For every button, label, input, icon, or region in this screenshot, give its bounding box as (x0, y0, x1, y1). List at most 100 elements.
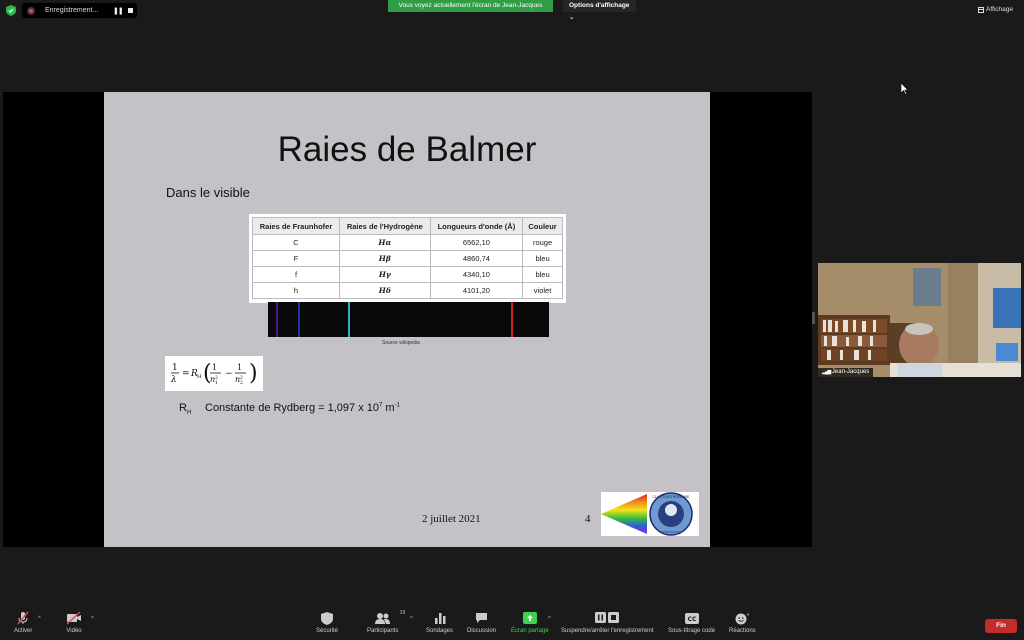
participants-icon (374, 612, 390, 624)
start-video-button[interactable]: Vidéo (66, 610, 82, 634)
view-options-button[interactable]: Options d'affichage ⌄ (563, 0, 636, 21)
rydberg-symbol-subscript: H (186, 410, 192, 417)
share-options-chevron-icon[interactable]: ^ (548, 616, 551, 622)
rydberg-symbol-letter: R (179, 402, 187, 414)
logo-text-bottom: SOISY-NOISY (661, 530, 680, 534)
spectral-line-blue (298, 302, 300, 337)
table-cell: 6562,10 (429, 234, 524, 251)
table-cell: h (252, 282, 340, 299)
participants-options-chevron-icon[interactable]: ^ (410, 616, 413, 622)
unmute-button[interactable]: Activer (14, 610, 32, 634)
participants-label: Participants (367, 628, 399, 634)
participant-video-frame (818, 263, 1021, 377)
spectral-line-red (511, 302, 513, 337)
table-cell: 4101,20 (429, 282, 524, 299)
logo-text-top: CLUB D'ASTRONOMIE (652, 495, 690, 499)
unmute-label: Activer (14, 628, 33, 634)
table-cell: 4860,74 (429, 250, 524, 267)
table-cell: f (252, 266, 340, 283)
table-cell: violet (522, 282, 563, 299)
table-cell: rouge (522, 234, 563, 251)
svg-text:1: 1 (172, 363, 178, 373)
video-options-chevron-icon[interactable]: ^ (91, 616, 94, 622)
svg-text:1: 1 (237, 363, 242, 372)
table-cell: Hγ (339, 266, 431, 283)
shield-security-icon (321, 611, 333, 625)
slide-date: 2 juillet 2021 (422, 513, 481, 525)
chevron-down-icon: ⌄ (569, 14, 575, 21)
stop-recording-icon[interactable] (128, 8, 133, 13)
slide-subtitle: Dans le visible (166, 185, 250, 200)
end-meeting-button[interactable]: Fin (985, 619, 1017, 633)
recording-control-button[interactable]: Suspendre/arrêter l'enregistrement (561, 610, 654, 634)
svg-text:2: 2 (240, 375, 243, 381)
polls-button[interactable]: Sondages (426, 610, 453, 634)
security-button[interactable]: Sécurité (316, 610, 338, 634)
constant-unit: m (382, 402, 395, 414)
svg-text:1: 1 (212, 363, 217, 372)
pause-recording-icon[interactable]: ❚❚ (113, 7, 124, 15)
table-row: h Hδ 4101,20 violet (252, 282, 563, 299)
microphone-muted-icon (17, 611, 29, 625)
table-cell: Hβ (339, 250, 431, 267)
share-screen-label: Écran partagé (511, 628, 549, 634)
balmer-table: Raies de Fraunhofer Raies de l'Hydrogène… (249, 214, 566, 303)
closed-caption-button[interactable]: CC Sous-titrage codé (668, 610, 715, 634)
table-header: Couleur (522, 217, 563, 235)
constant-unit-exponent: -1 (394, 402, 400, 409)
screen-share-banner: Vous voyez actuellement l'écran de Jean-… (388, 0, 553, 12)
svg-text:): ) (249, 361, 258, 386)
view-button[interactable]: Affichage (978, 6, 1013, 13)
participant-name: Jean-Jacques (831, 369, 870, 375)
presentation-slide: Raies de Balmer Dans le visible Raies de… (104, 92, 710, 547)
audio-options-chevron-icon[interactable]: ^ (38, 616, 41, 622)
svg-text:=: = (182, 369, 190, 379)
table-cell: 4340,10 (429, 266, 524, 283)
meeting-toolbar: Activer ^ Vidéo ^ Sécurité 19 Participan… (0, 610, 1024, 640)
table-cell: bleu (522, 266, 563, 283)
participants-button[interactable]: 19 Participants (367, 610, 405, 634)
participant-video-tile[interactable] (818, 263, 1021, 377)
table-cell: C (252, 234, 340, 251)
rydberg-constant: Constante de Rydberg = 1,097 x 107 m-1 (205, 402, 400, 414)
closed-caption-label: Sous-titrage codé (668, 628, 716, 634)
svg-text:−: − (225, 369, 233, 379)
hydrogen-spectrum-image (268, 302, 549, 337)
table-header: Longueurs d'onde (Å) (429, 217, 524, 235)
rydberg-formula: 1 λ = R H ( 1 n 1 2 − 1 n 2 2 ) (165, 356, 263, 391)
video-muted-icon (66, 611, 81, 625)
spectral-line-cyan (348, 302, 350, 337)
share-screen-icon (522, 612, 537, 624)
table-row: f Hγ 4340,10 bleu (252, 266, 563, 283)
svg-text:λ: λ (170, 375, 177, 385)
image-source-caption: Source wikipedia (382, 340, 420, 346)
signal-bars-icon: ▂▄▆ (822, 369, 831, 375)
reactions-button[interactable]: + Réactions (729, 610, 756, 635)
share-screen-button[interactable]: Écran partagé (511, 610, 549, 634)
slide-title: Raies de Balmer (277, 130, 537, 169)
view-options-label: Options d'affichage (569, 2, 630, 9)
svg-text:CC: CC (687, 616, 696, 623)
closed-caption-icon: CC (684, 612, 699, 624)
pause-stop-recording-icon (595, 612, 620, 623)
spectral-line-violet (276, 302, 278, 337)
view-grid-icon (978, 6, 984, 13)
reactions-smiley-icon: + (735, 612, 749, 624)
table-row: C Hα 6562,10 rouge (252, 234, 563, 251)
panel-resize-handle[interactable] (812, 312, 815, 324)
shield-icon[interactable] (6, 5, 16, 16)
record-icon (27, 6, 35, 15)
formula-graphic: 1 λ = R H ( 1 n 1 2 − 1 n 2 2 ) (170, 361, 258, 386)
svg-text:H: H (197, 374, 202, 380)
view-label: Affichage (986, 6, 1013, 13)
table-cell: F (252, 250, 340, 267)
table-header: Raies de l'Hydrogène (339, 217, 431, 235)
recording-indicator: Enregistrement... ❚❚ (22, 3, 137, 18)
mouse-cursor-icon (901, 83, 909, 95)
svg-text:+: + (746, 612, 749, 618)
constant-text: Constante de Rydberg = 1,097 x 10 (205, 402, 379, 414)
start-video-label: Vidéo (66, 628, 82, 634)
chat-button[interactable]: Discussion (467, 610, 496, 634)
table-cell: Hα (339, 234, 431, 251)
astronomy-club-logo: CLUB D'ASTRONOMIE SOISY-NOISY (601, 492, 699, 536)
